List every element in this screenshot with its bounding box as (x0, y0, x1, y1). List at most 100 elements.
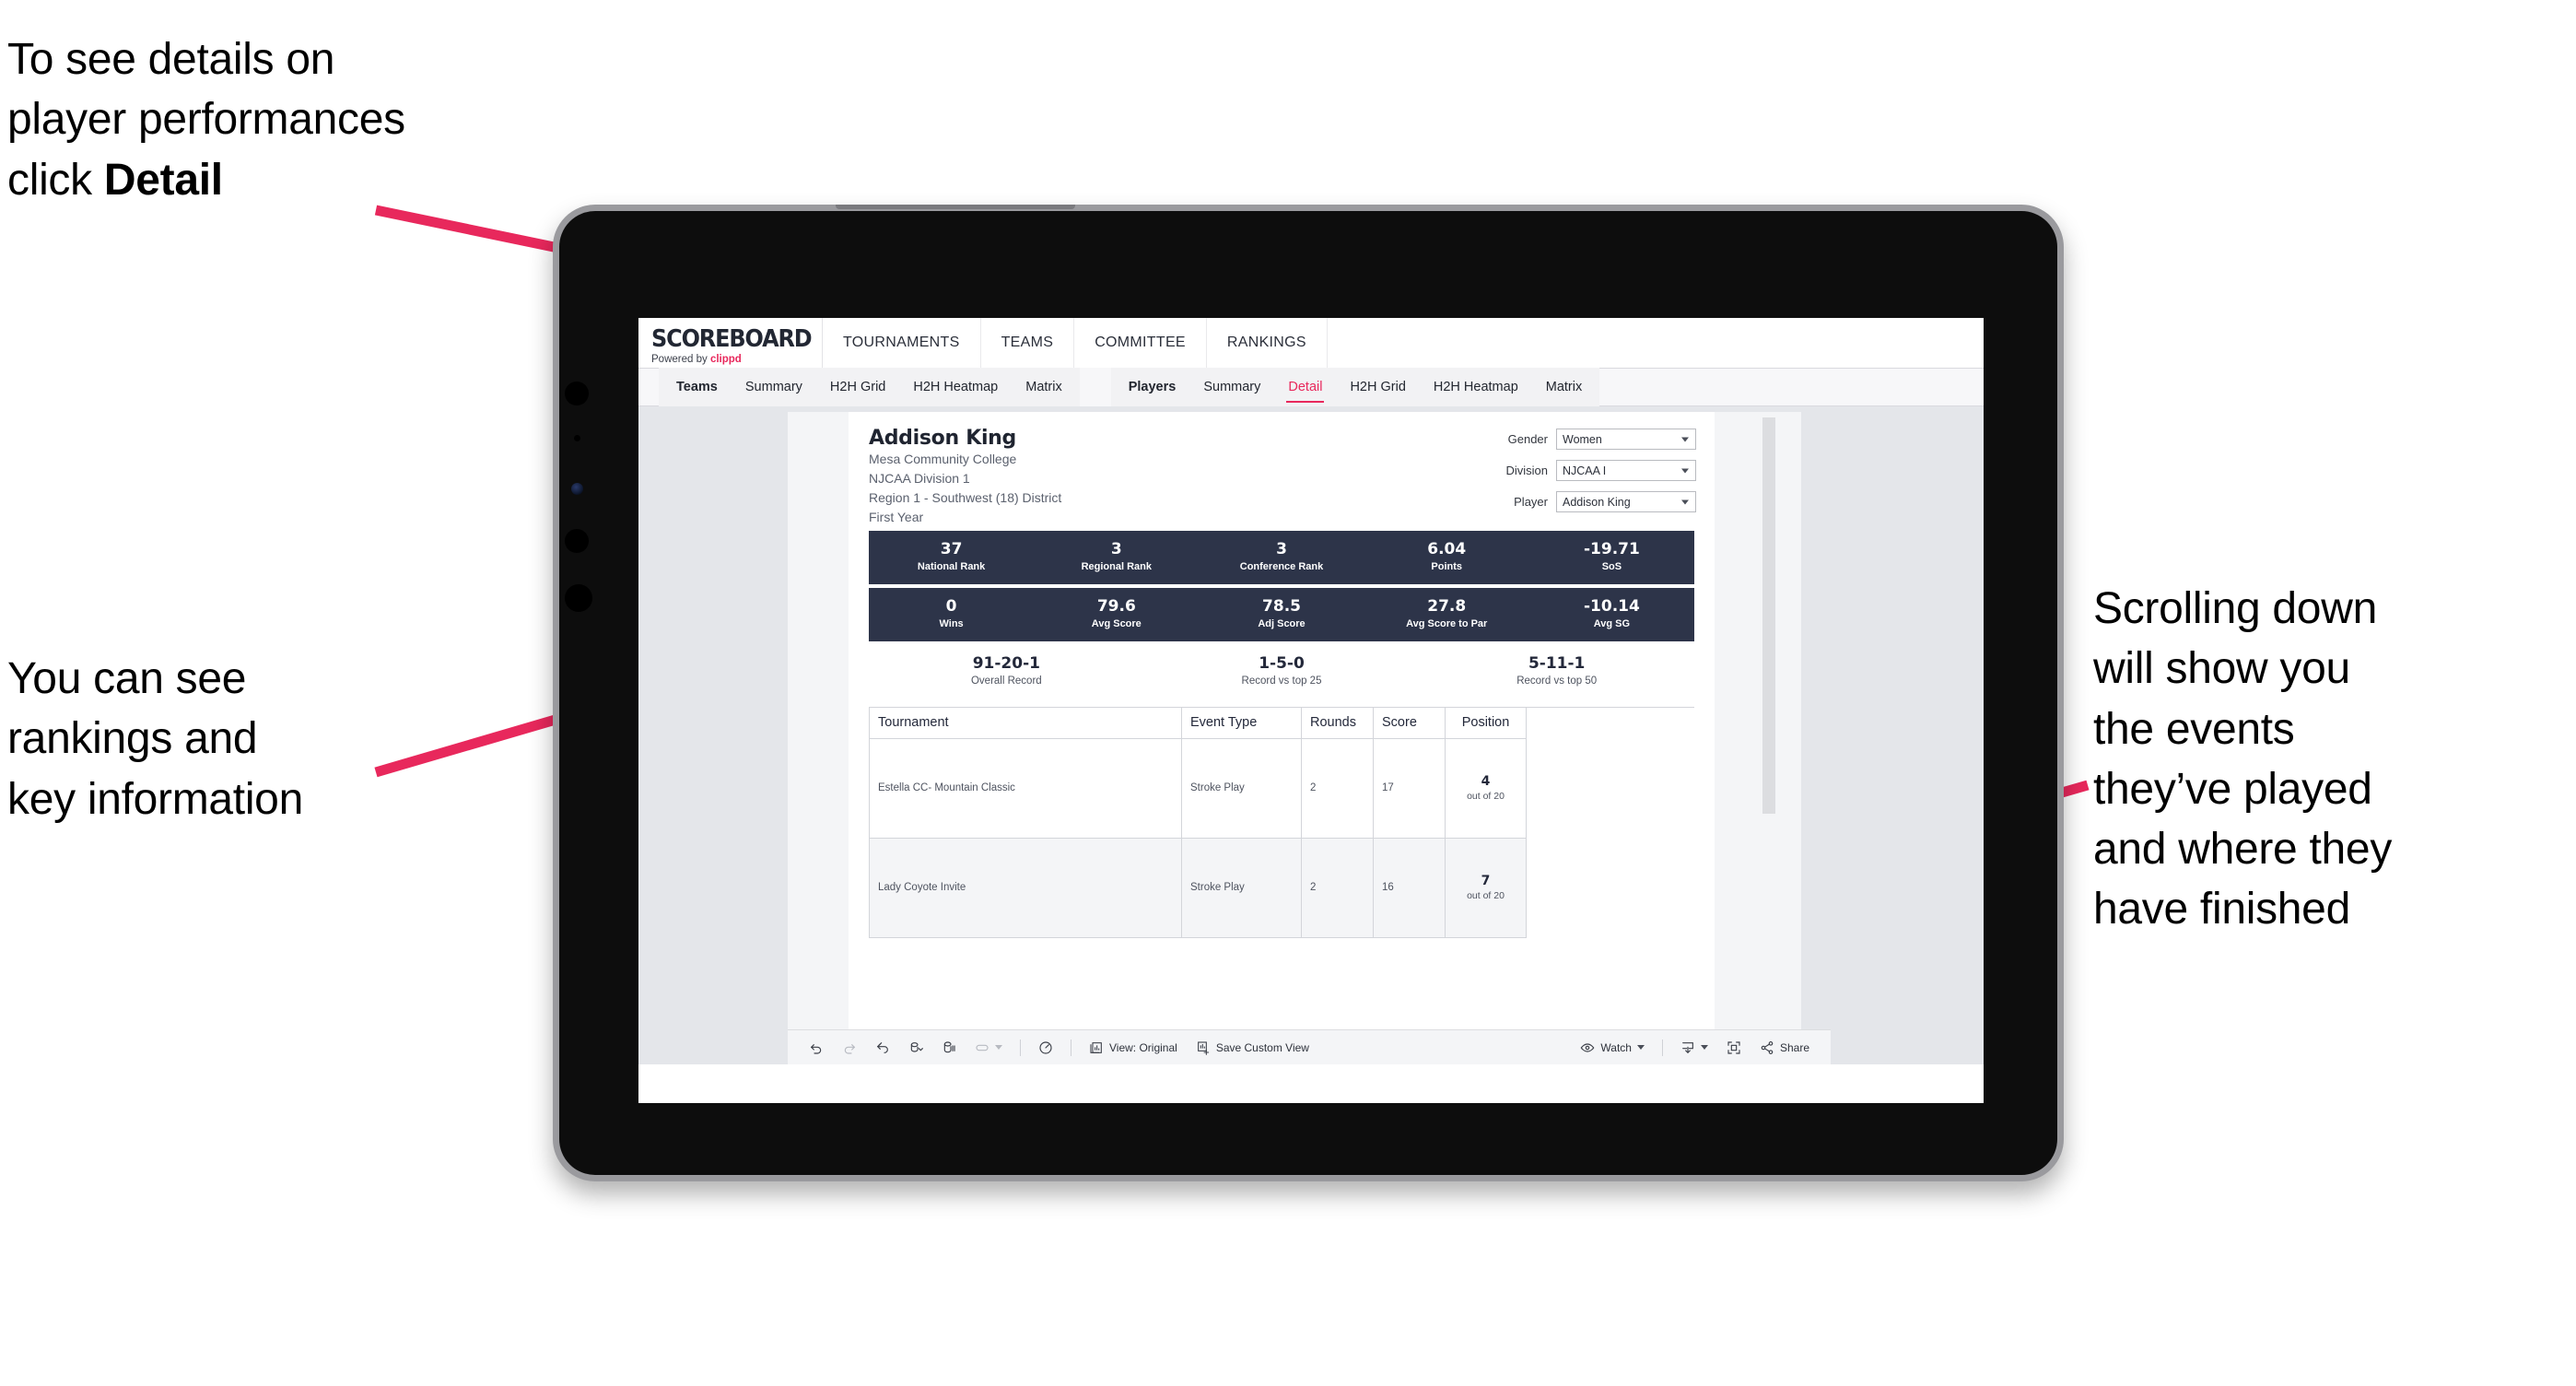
tab-teams-matrix[interactable]: Matrix (1012, 368, 1075, 406)
toolbar-divider (1020, 1039, 1021, 1056)
tab-players-h2h-heatmap[interactable]: H2H Heatmap (1420, 368, 1532, 406)
tab-teams-h2h-heatmap[interactable]: H2H Heatmap (899, 368, 1012, 406)
main-nav-item-tournaments[interactable]: TOURNAMENTS (823, 318, 981, 368)
app-header: SCOREBOARD Powered by clippd TOURNAMENTS… (638, 318, 1984, 368)
annotation-rankings: You can see rankings and key information (7, 654, 303, 824)
redo-button[interactable] (834, 1035, 865, 1061)
cell-rounds: 2 (1302, 838, 1374, 938)
table-row[interactable]: Estella CC- Mountain Classic Stroke Play… (869, 738, 1694, 839)
filter-select-gender[interactable]: Women (1556, 429, 1696, 450)
revert-button[interactable] (867, 1035, 898, 1061)
column-header-event-type[interactable]: Event Type (1182, 707, 1302, 739)
stat-sos: -19.71 SoS (1529, 531, 1694, 584)
filter-row-player: Player Addison King (1475, 491, 1696, 512)
tablet-antenna-line (836, 205, 1075, 209)
dashboard-sheet: Addison King Mesa Community College NJCA… (788, 412, 1801, 1064)
logo-brand-name: clippd (709, 353, 742, 365)
player-name: Addison King (869, 427, 1016, 450)
stats-bar-scoring: 0 Wins 79.6 Avg Score 78.5 Adj Score 27.… (869, 587, 1694, 641)
watch-label: Watch (1600, 1040, 1632, 1054)
annotation-detail: To see details on player performances cl… (7, 29, 615, 210)
tab-players-h2h-grid[interactable]: H2H Grid (1336, 368, 1419, 406)
share-button[interactable]: Share (1751, 1035, 1818, 1061)
cell-event-type: Stroke Play (1182, 838, 1302, 938)
tab-teams-h2h-grid[interactable]: H2H Grid (816, 368, 899, 406)
slide-canvas: To see details on player performances cl… (0, 0, 2576, 1386)
stat-value: -10.14 (1584, 596, 1640, 616)
pause-autoupdate-button[interactable] (933, 1035, 965, 1061)
toolbar-divider (1661, 1039, 1663, 1056)
chevron-down-icon (1636, 1045, 1645, 1050)
chevron-down-icon (1681, 468, 1689, 473)
filter-value-division: NJCAA I (1563, 464, 1607, 477)
position-label: out of 20 (1467, 890, 1505, 901)
stat-label: Points (1431, 561, 1463, 573)
save-custom-view-button[interactable]: Save Custom View (1188, 1035, 1317, 1061)
record-label: Overall Record (970, 675, 1042, 687)
refresh-button[interactable] (900, 1035, 931, 1061)
logo-powered-prefix: Powered by (651, 353, 710, 365)
cell-rounds: 2 (1302, 738, 1374, 839)
vertical-scrollbar[interactable] (1762, 417, 1775, 814)
tab-players-matrix[interactable]: Matrix (1532, 368, 1596, 406)
tablet-mic-icon (574, 435, 580, 441)
tab-players-summary[interactable]: Summary (1189, 368, 1274, 406)
sub-tab-bar: Teams Summary H2H Grid H2H Heatmap Matri… (638, 368, 1984, 406)
column-header-position[interactable]: Position (1446, 707, 1527, 739)
view-original-button[interactable]: View: Original (1081, 1035, 1186, 1061)
table-row[interactable]: Lady Coyote Invite Stroke Play 2 16 7 ou… (869, 838, 1694, 938)
stat-value: 37 (940, 539, 963, 558)
chevron-down-icon (1681, 499, 1689, 504)
table-header-row: Tournament Event Type Rounds Score Posit… (869, 707, 1694, 739)
column-header-rounds[interactable]: Rounds (1302, 707, 1374, 739)
tab-players[interactable]: Players (1115, 368, 1190, 406)
tablet-sensor2-icon (565, 529, 589, 553)
stat-label: Conference Rank (1239, 561, 1324, 573)
pause-button[interactable] (966, 1035, 1011, 1061)
tab-players-detail[interactable]: Detail (1274, 368, 1336, 406)
events-table: Tournament Event Type Rounds Score Posit… (869, 706, 1694, 938)
filter-label-division: Division (1505, 464, 1548, 477)
tab-group-teams: Teams Summary H2H Grid H2H Heatmap Matri… (659, 368, 1080, 406)
stat-value: 27.8 (1427, 596, 1467, 616)
main-nav-item-committee[interactable]: COMMITTEE (1074, 318, 1207, 368)
tablet-sensor-icon (565, 382, 589, 405)
view-original-label: View: Original (1109, 1040, 1177, 1054)
tablet-screen: SCOREBOARD Powered by clippd TOURNAMENTS… (638, 318, 1984, 1103)
watch-button[interactable]: Watch (1572, 1035, 1653, 1061)
tab-teams[interactable]: Teams (662, 368, 732, 406)
player-class-year: First Year (869, 509, 924, 524)
record-value: 5-11-1 (1528, 653, 1586, 673)
filter-panel: Gender Women Division NJCAA I Player Add… (1475, 427, 1696, 527)
stat-national-rank: 37 National Rank (869, 531, 1034, 584)
stat-label: Avg Score (1091, 618, 1142, 630)
player-school: Mesa Community College (869, 452, 1017, 466)
player-header: Addison King Mesa Community College NJCA… (849, 412, 1715, 531)
player-division: NJCAA Division 1 (869, 470, 970, 486)
app-logo[interactable]: SCOREBOARD Powered by clippd (638, 318, 823, 368)
column-header-score[interactable]: Score (1374, 707, 1446, 739)
undo-button[interactable] (801, 1035, 832, 1061)
filter-select-player[interactable]: Addison King (1556, 491, 1696, 512)
annotation-scrolling: Scrolling down will show you the events … (2093, 584, 2393, 934)
tab-teams-summary[interactable]: Summary (732, 368, 816, 406)
stats-bar-rankings: 37 National Rank 3 Regional Rank 3 Confe… (869, 530, 1694, 584)
position-value: 7 (1481, 874, 1491, 888)
stat-label: National Rank (917, 561, 986, 573)
column-header-tournament[interactable]: Tournament (869, 707, 1182, 739)
chevron-down-icon (1681, 437, 1689, 441)
filter-select-division[interactable]: NJCAA I (1556, 460, 1696, 481)
main-nav-item-teams[interactable]: TEAMS (981, 318, 1075, 368)
main-nav-item-rankings[interactable]: RANKINGS (1207, 318, 1328, 368)
share-label: Share (1779, 1040, 1809, 1054)
player-region: Region 1 - Southwest (18) District (869, 489, 1062, 505)
record-overall: 91-20-1 Overall Record (869, 654, 1144, 687)
cell-position: 7 out of 20 (1446, 838, 1527, 938)
fullscreen-button[interactable] (1718, 1035, 1750, 1061)
record-value: 91-20-1 (972, 653, 1040, 673)
stat-conference-rank: 3 Conference Rank (1199, 531, 1364, 584)
highlight-button[interactable] (1030, 1035, 1061, 1061)
player-info: Addison King Mesa Community College NJCA… (869, 427, 1475, 527)
record-label: Record vs top 50 (1516, 675, 1598, 687)
download-button[interactable] (1672, 1035, 1716, 1061)
